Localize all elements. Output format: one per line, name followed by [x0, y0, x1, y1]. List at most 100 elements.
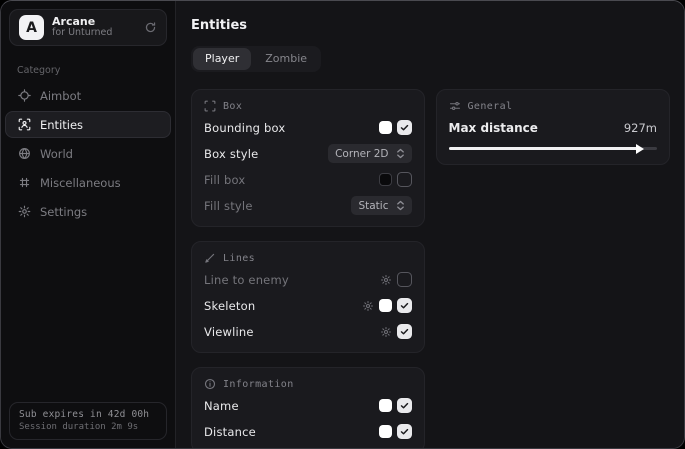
sidebar-item-label: Miscellaneous	[40, 176, 121, 190]
dropdown-value: Static	[358, 200, 388, 212]
sidebar-nav: Aimbot Entities World	[1, 82, 175, 225]
lines-card-header: Lines	[204, 252, 412, 264]
row-controls	[379, 424, 412, 439]
pencil-icon	[204, 252, 216, 264]
row-settings-gear-icon[interactable]	[362, 300, 374, 312]
page-title: Entities	[191, 18, 670, 33]
row-controls: Static	[351, 196, 411, 215]
row-controls	[380, 324, 412, 339]
color-swatch[interactable]	[379, 173, 392, 186]
setting-row-name: Name	[204, 395, 412, 416]
sidebar-item-miscellaneous[interactable]: Miscellaneous	[5, 169, 171, 196]
tab-zombie[interactable]: Zombie	[253, 48, 319, 70]
sidebar-item-label: Aimbot	[40, 89, 81, 103]
sidebar-item-aimbot[interactable]: Aimbot	[5, 82, 171, 109]
sidebar-item-settings[interactable]: Settings	[5, 198, 171, 225]
entity-tabs: Player Zombie	[191, 46, 321, 72]
color-swatch[interactable]	[379, 425, 392, 438]
chevron-up-down-icon	[396, 200, 405, 211]
information-card: Information Name Distance	[191, 367, 425, 448]
sub-expiry-text: Sub expires in 42d 00h	[19, 409, 157, 420]
checkbox-checked[interactable]	[397, 298, 412, 313]
setting-row-fill-style: Fill style Static	[204, 195, 412, 216]
right-column: General Max distance 927m	[436, 89, 671, 165]
row-controls	[380, 272, 412, 287]
row-label: Bounding box	[204, 121, 285, 135]
checkbox-checked[interactable]	[397, 424, 412, 439]
sync-icon[interactable]	[144, 21, 157, 34]
crosshair-icon	[18, 89, 31, 102]
color-swatch[interactable]	[379, 299, 392, 312]
category-label: Category	[17, 65, 159, 76]
general-card-title: General	[468, 101, 513, 112]
setting-row-fill-box: Fill box	[204, 169, 412, 190]
information-card-title: Information	[223, 379, 294, 390]
row-settings-gear-icon[interactable]	[380, 274, 392, 286]
row-controls	[379, 172, 412, 187]
checkbox-checked[interactable]	[397, 398, 412, 413]
brand-subtitle: for Unturned	[52, 28, 112, 39]
row-controls	[379, 398, 412, 413]
brand-card: A Arcane for Unturned	[9, 9, 167, 46]
max-distance-label: Max distance	[449, 121, 538, 135]
sliders-icon	[449, 100, 461, 112]
chevron-up-down-icon	[396, 148, 405, 159]
row-controls	[379, 120, 412, 135]
row-controls	[362, 298, 412, 313]
setting-row-line-to-enemy: Line to enemy	[204, 269, 412, 290]
setting-row-skeleton: Skeleton	[204, 295, 412, 316]
dropdown-value: Corner 2D	[335, 148, 388, 160]
app-window: A Arcane for Unturned Category Aimbot	[0, 0, 685, 449]
information-card-header: Information	[204, 378, 412, 390]
setting-row-box-style: Box style Corner 2D	[204, 143, 412, 164]
sidebar-item-entities[interactable]: Entities	[5, 111, 171, 138]
color-swatch[interactable]	[379, 121, 392, 134]
row-label: Name	[204, 399, 239, 413]
lines-card: Lines Line to enemy	[191, 241, 425, 353]
globe-icon	[18, 147, 31, 160]
session-duration-text: Session duration 2m 9s	[19, 422, 157, 432]
grid-icon	[18, 176, 31, 189]
general-card: General Max distance 927m	[436, 89, 671, 165]
max-distance-value: 927m	[624, 121, 657, 135]
box-card-title: Box	[223, 101, 242, 112]
info-icon	[204, 378, 216, 390]
gear-icon	[18, 205, 31, 218]
setting-row-viewline: Viewline	[204, 321, 412, 342]
entities-icon	[18, 118, 31, 131]
lines-card-title: Lines	[223, 253, 255, 264]
sidebar: A Arcane for Unturned Category Aimbot	[1, 1, 176, 448]
row-settings-gear-icon[interactable]	[380, 326, 392, 338]
checkbox-unchecked[interactable]	[397, 172, 412, 187]
row-label: Skeleton	[204, 299, 255, 313]
checkbox-checked[interactable]	[397, 120, 412, 135]
tab-player[interactable]: Player	[193, 48, 251, 70]
row-label: Viewline	[204, 325, 254, 339]
row-label: Fill style	[204, 199, 253, 213]
fill-style-dropdown[interactable]: Static	[351, 196, 411, 215]
max-distance-slider[interactable]	[449, 142, 658, 154]
max-distance-row: Max distance 927m	[449, 121, 658, 135]
content-columns: Box Bounding box Box style	[191, 89, 670, 448]
subscription-status-card: Sub expires in 42d 00h Session duration …	[9, 402, 167, 440]
sidebar-item-label: Entities	[40, 118, 83, 132]
checkbox-unchecked[interactable]	[397, 272, 412, 287]
main-panel: Entities Player Zombie Box	[176, 1, 684, 448]
sidebar-item-world[interactable]: World	[5, 140, 171, 167]
sidebar-item-label: World	[40, 147, 73, 161]
box-card-header: Box	[204, 100, 412, 112]
slider-thumb[interactable]	[636, 144, 644, 154]
row-label: Box style	[204, 147, 258, 161]
setting-row-bounding-box: Bounding box	[204, 117, 412, 138]
checkbox-checked[interactable]	[397, 324, 412, 339]
max-distance-slider-fill	[449, 147, 641, 150]
row-label: Line to enemy	[204, 273, 289, 287]
box-style-dropdown[interactable]: Corner 2D	[328, 144, 411, 163]
row-label: Fill box	[204, 173, 245, 187]
box-card: Box Bounding box Box style	[191, 89, 425, 227]
color-swatch[interactable]	[379, 399, 392, 412]
row-controls: Corner 2D	[328, 144, 411, 163]
left-column: Box Bounding box Box style	[191, 89, 425, 448]
row-label: Distance	[204, 425, 256, 439]
setting-row-distance: Distance	[204, 421, 412, 442]
